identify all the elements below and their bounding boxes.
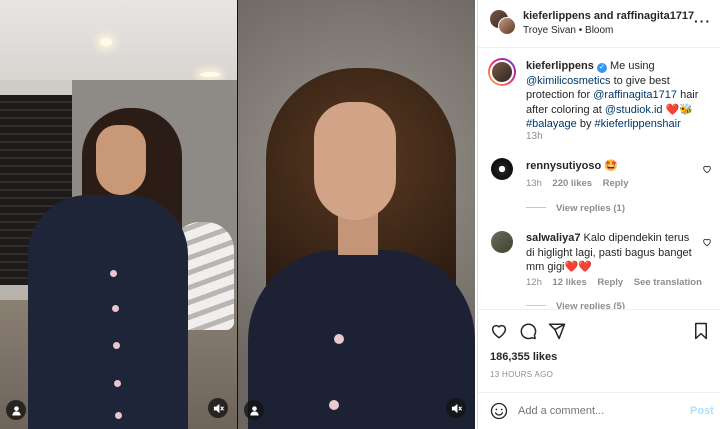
- mention-link[interactable]: @kimilicosmetics: [526, 75, 611, 87]
- cardigan-button: [114, 380, 121, 387]
- more-icon[interactable]: ···: [694, 13, 711, 29]
- header-usernames[interactable]: kieferlippens and raffinagita1717: [523, 10, 694, 22]
- share-icon[interactable]: [548, 322, 566, 344]
- comment: salwaliya7 Kalo dipendekin terus di higl…: [526, 231, 696, 275]
- reply-button[interactable]: Reply: [603, 178, 629, 189]
- caption-emoji: ❤️🐝: [662, 103, 693, 116]
- user-tag-icon[interactable]: [244, 400, 264, 420]
- heart-icon[interactable]: [490, 322, 508, 344]
- cardigan: [28, 195, 188, 429]
- replies-line: [526, 305, 546, 306]
- face: [314, 102, 396, 220]
- comment-meta: 12h 12 likes Reply See translation: [526, 277, 702, 288]
- cardigan-button: [110, 270, 117, 277]
- caption-time[interactable]: 13h: [526, 131, 543, 142]
- ceiling-light: [100, 38, 112, 46]
- comment-likes[interactable]: 220 likes: [552, 178, 592, 189]
- commenter-avatar[interactable]: [491, 231, 513, 253]
- mention-link[interactable]: @raffinagita1717: [593, 89, 677, 101]
- comment-likes[interactable]: 12 likes: [552, 277, 586, 288]
- story-ring[interactable]: [488, 58, 516, 86]
- add-comment-divider: [478, 392, 720, 393]
- comment-icon[interactable]: [519, 322, 537, 344]
- comment-time[interactable]: 13h: [526, 178, 542, 189]
- post-timestamp[interactable]: 13 HOURS AGO: [490, 370, 553, 379]
- replies-line: [526, 207, 546, 208]
- media-left[interactable]: [0, 0, 237, 429]
- audio-track[interactable]: Troye Sivan • Bloom: [523, 25, 613, 36]
- comment-username[interactable]: rennysutiyoso: [526, 160, 601, 172]
- cardigan: [248, 250, 475, 429]
- add-comment-input[interactable]: [518, 402, 678, 420]
- comment-text: 🤩: [604, 160, 618, 172]
- post-comment-button[interactable]: Post: [690, 405, 714, 417]
- view-replies-label[interactable]: View replies (1): [556, 203, 625, 214]
- caption-text: Me using: [609, 60, 655, 72]
- ceiling-light: [200, 72, 220, 77]
- ceiling: [0, 0, 237, 80]
- media-right[interactable]: [238, 0, 475, 429]
- caption: kieferlippens ✓ Me using @kimilicosmetic…: [526, 59, 704, 132]
- see-translation-button[interactable]: See translation: [634, 277, 702, 288]
- comment-time[interactable]: 12h: [526, 277, 542, 288]
- cardigan-button: [115, 412, 122, 419]
- caption-text: by: [576, 118, 595, 130]
- hashtag-link[interactable]: #balayage: [526, 118, 577, 130]
- reply-button[interactable]: Reply: [597, 277, 623, 288]
- comment-like-icon[interactable]: [702, 164, 712, 177]
- likes-count[interactable]: 186,355 likes: [490, 351, 557, 363]
- emoji-icon[interactable]: [490, 402, 508, 424]
- cardigan-button: [112, 305, 119, 312]
- cardigan-button: [329, 400, 339, 410]
- bookmark-icon[interactable]: [693, 322, 709, 344]
- comment-username[interactable]: salwaliya7: [526, 232, 580, 244]
- verified-badge-icon: ✓: [596, 63, 607, 73]
- cardigan-button: [334, 334, 344, 344]
- header-divider: [478, 47, 720, 48]
- view-replies-label[interactable]: View replies (5): [556, 301, 625, 309]
- view-replies[interactable]: View replies (5): [526, 301, 625, 309]
- cardigan-button: [113, 342, 120, 349]
- commenter-avatar[interactable]: [491, 158, 513, 180]
- caption-avatar[interactable]: [490, 60, 514, 84]
- comment-meta: 13h 220 likes Reply: [526, 178, 628, 189]
- comment: rennysutiyoso 🤩: [526, 159, 696, 174]
- post-details-panel: kieferlippens and raffinagita1717 Troye …: [477, 0, 720, 429]
- actions-divider: [478, 309, 720, 310]
- hashtag-link[interactable]: #kieferlippenshair: [595, 118, 681, 130]
- mute-icon[interactable]: [208, 398, 228, 418]
- avatar-raffinagita1717[interactable]: [498, 17, 516, 35]
- user-tag-icon[interactable]: [6, 400, 26, 420]
- face: [96, 125, 146, 195]
- mute-icon[interactable]: [446, 398, 466, 418]
- caption-username[interactable]: kieferlippens: [526, 60, 594, 72]
- view-replies[interactable]: View replies (1): [526, 203, 625, 214]
- mention-link[interactable]: @studiok.id: [605, 104, 663, 116]
- comment-like-icon[interactable]: [702, 237, 712, 250]
